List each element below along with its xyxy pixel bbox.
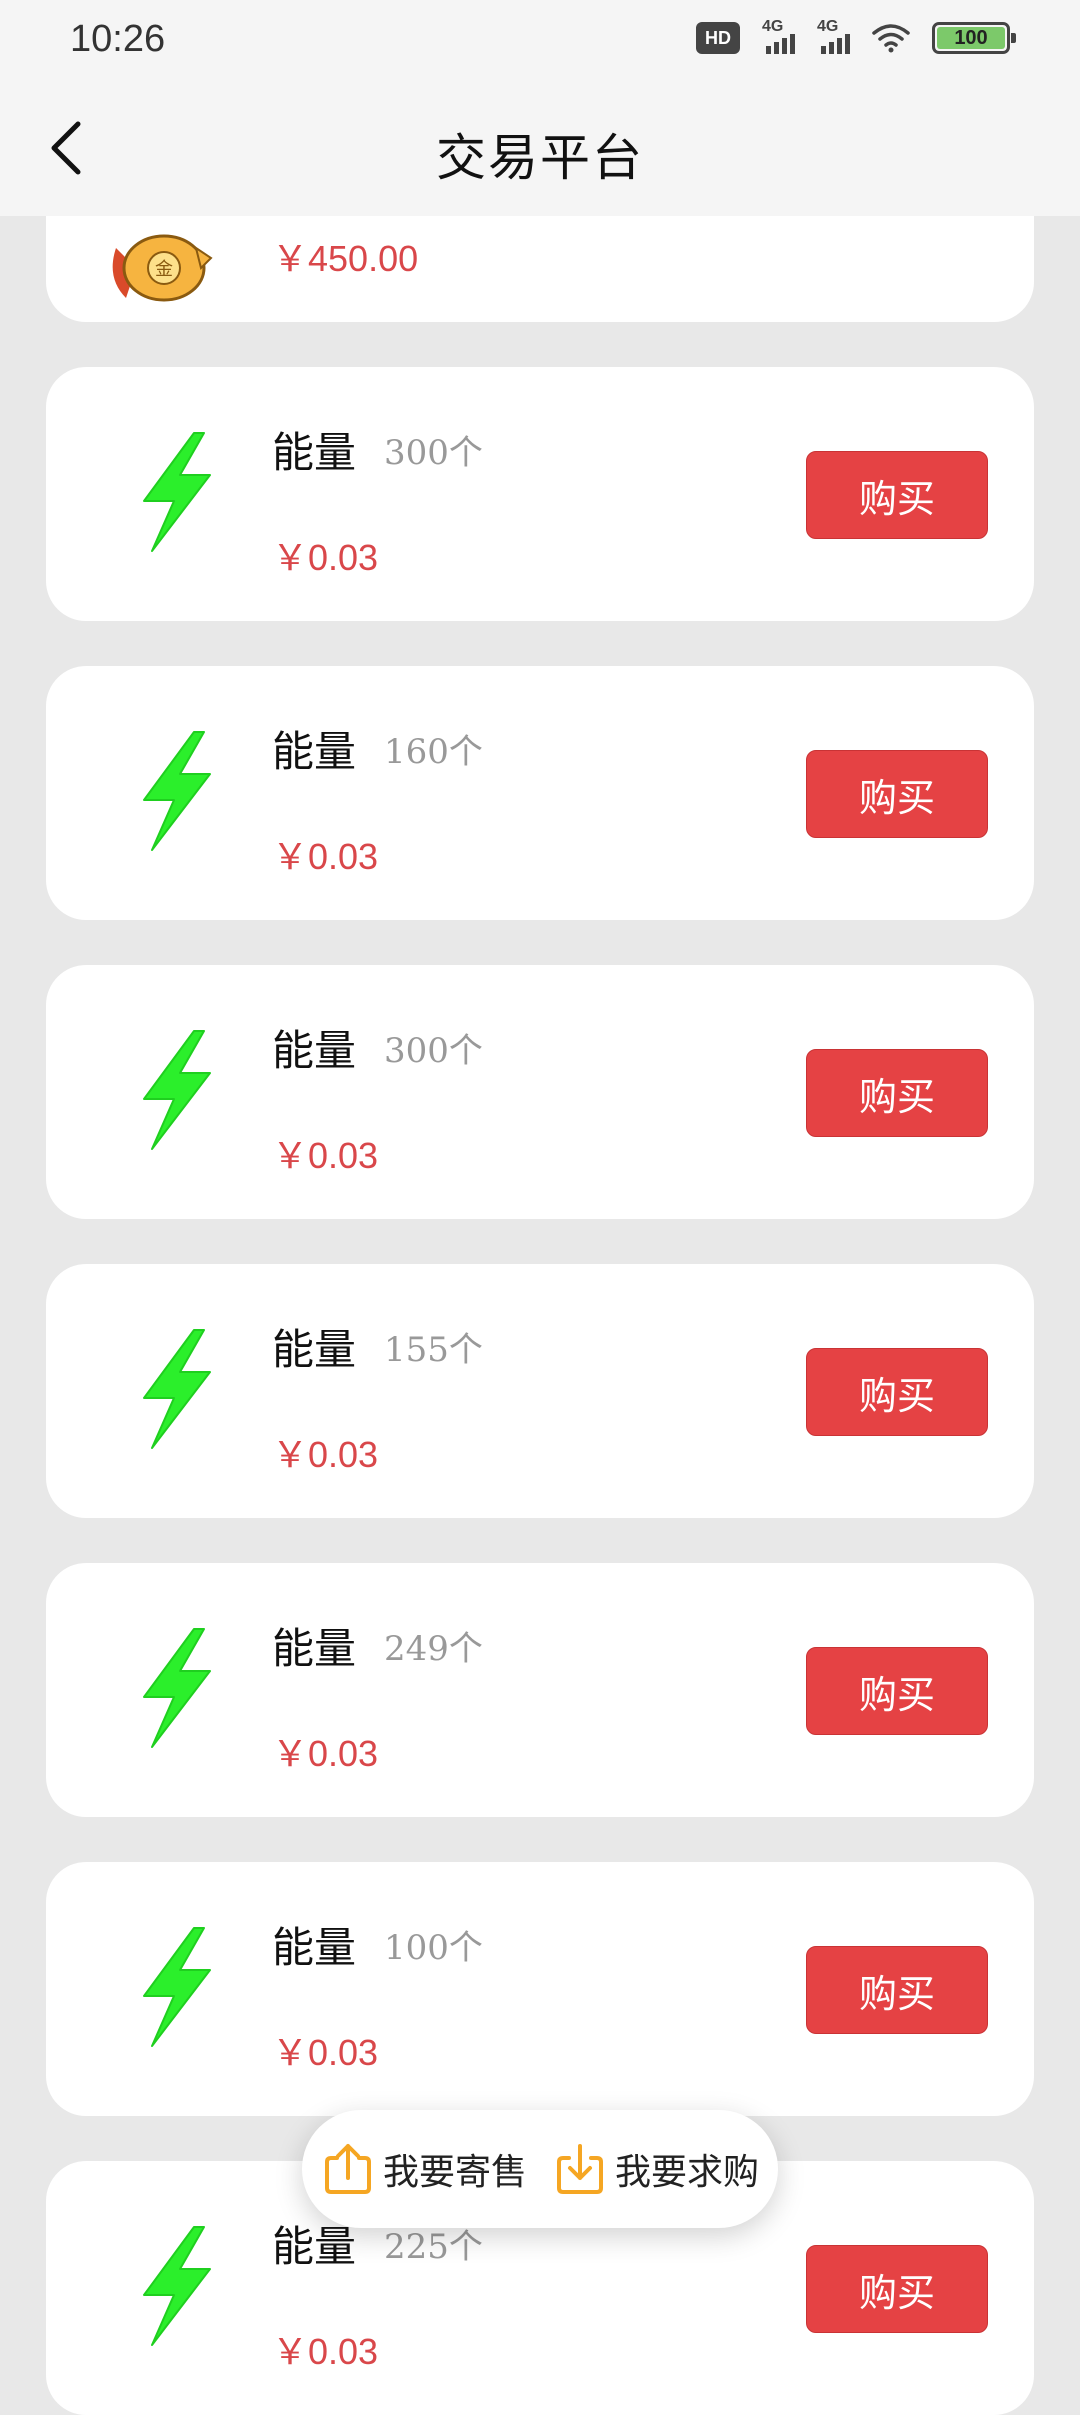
lightning-icon (143, 1927, 211, 2047)
buy-button[interactable]: 购买 (806, 750, 988, 838)
signal-icon: 4G (817, 18, 850, 54)
listing-name: 能量 (272, 727, 357, 776)
list-item[interactable]: 能量 160个 ￥0.03 购买 (46, 666, 1034, 920)
listing-name: 能量 (272, 1624, 357, 1673)
list-item[interactable]: 能量 300个 ￥0.03 购买 (46, 367, 1034, 621)
listing-name: 能量 (272, 1026, 357, 1075)
download-icon (557, 2144, 603, 2194)
page-title: 交易平台 (436, 129, 644, 187)
listing-quantity: 155个 (384, 1330, 483, 1370)
list-item[interactable]: 能量 249个 ￥0.03 购买 (46, 1563, 1034, 1817)
buy-button[interactable]: 购买 (806, 1647, 988, 1735)
listing-name: 能量 (272, 428, 357, 477)
lightning-icon (143, 731, 211, 851)
battery-level: 100 (954, 26, 988, 49)
wifi-icon (872, 24, 910, 53)
status-bar: 10:26 HD 4G 4G 100 (0, 0, 1080, 80)
signal-icon: 4G (762, 18, 795, 54)
upload-icon (324, 2144, 371, 2194)
listing-price: ￥450.00 (272, 238, 419, 279)
sell-label: 我要寄售 (382, 2152, 527, 2193)
listing-price: ￥0.03 (272, 1434, 379, 1475)
lightning-icon (143, 432, 211, 552)
svg-text:金: 金 (155, 259, 173, 280)
listing-price: ￥0.03 (272, 2331, 379, 2372)
listing-quantity: 300个 (384, 433, 483, 473)
status-icons: HD 4G 4G 100 (696, 18, 1016, 54)
lightning-icon (143, 1628, 211, 1748)
list-item[interactable]: 能量 155个 ￥0.03 购买 (46, 1264, 1034, 1518)
listing-name: 能量 (272, 1325, 357, 1374)
listing-price: ￥0.03 (272, 2032, 379, 2073)
buy-button[interactable]: 购买 (806, 1348, 988, 1436)
listing-quantity: 300个 (384, 1031, 483, 1071)
hd-icon: HD (696, 22, 740, 54)
listing-quantity: 160个 (384, 732, 483, 772)
status-time: 10:26 (70, 18, 166, 60)
listing-list: 金 ￥450.00 能量 300个 ￥0.03 购买 能量 160个 ￥0.03… (0, 0, 1080, 2415)
listing-quantity: 249个 (384, 1629, 483, 1669)
header: 交易平台 (0, 80, 1080, 216)
signal-label: 4G (817, 18, 839, 35)
list-item[interactable]: 能量 100个 ￥0.03 购买 (46, 1862, 1034, 2116)
buy-button[interactable]: 购买 (806, 1049, 988, 1137)
listing-price: ￥0.03 (272, 836, 379, 877)
buy-request-button[interactable]: 我要求购 (553, 2142, 759, 2196)
listing-price: ￥0.03 (272, 1733, 379, 1774)
sell-button[interactable]: 我要寄售 (321, 2142, 527, 2196)
buy-button[interactable]: 购买 (806, 451, 988, 539)
listing-price: ￥0.03 (272, 537, 379, 578)
signal-label: 4G (762, 18, 784, 35)
lightning-icon (143, 1329, 211, 1449)
buy-button[interactable]: 购买 (806, 2245, 988, 2333)
buy-button[interactable]: 购买 (806, 1946, 988, 2034)
lightning-icon (143, 1030, 211, 1150)
listing-quantity: 100个 (384, 1928, 483, 1968)
list-item[interactable]: 能量 300个 ￥0.03 购买 (46, 965, 1034, 1219)
floating-action-bar: 我要寄售 我要求购 (302, 2110, 778, 2228)
battery-icon: 100 (932, 22, 1016, 54)
listing-name: 能量 (272, 1923, 357, 1972)
listing-price: ￥0.03 (272, 1135, 379, 1176)
lightning-icon (143, 2226, 211, 2346)
buy-request-label: 我要求购 (615, 2152, 760, 2193)
